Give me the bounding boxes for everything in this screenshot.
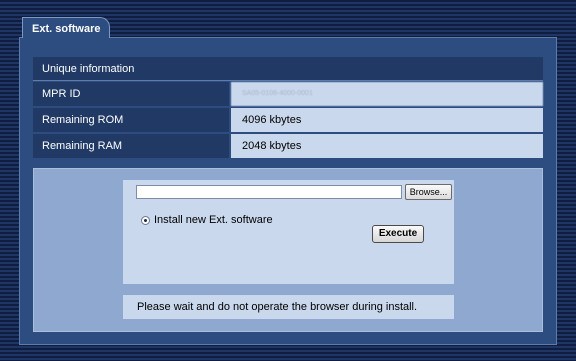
install-notice: Please wait and do not operate the brows… [123,295,454,319]
info-row-remaining-ram: Remaining RAM 2048 kbytes [33,134,543,158]
info-label: Remaining RAM [33,134,229,158]
install-option[interactable]: Install new Ext. software [141,214,273,226]
info-row-remaining-rom: Remaining ROM 4096 kbytes [33,108,543,132]
info-label: MPR ID [33,82,229,106]
info-label: Remaining ROM [33,108,229,132]
info-value: 2048 kbytes [231,134,543,158]
browse-button[interactable]: Browse... [405,184,452,200]
info-section-header: Unique information [33,57,543,81]
info-row-mpr-id: MPR ID SA05-0106-4000-0001 [33,82,543,106]
execute-button[interactable]: Execute [372,225,424,243]
file-path-input[interactable] [136,185,402,199]
radio-selected-icon[interactable] [141,215,150,225]
info-value: 4096 kbytes [231,108,543,132]
tab-label: Ext. software [32,23,101,35]
info-value: SA05-0106-4000-0001 [231,82,543,106]
install-option-label: Install new Ext. software [154,214,273,226]
tab-ext-software[interactable]: Ext. software [22,17,110,38]
